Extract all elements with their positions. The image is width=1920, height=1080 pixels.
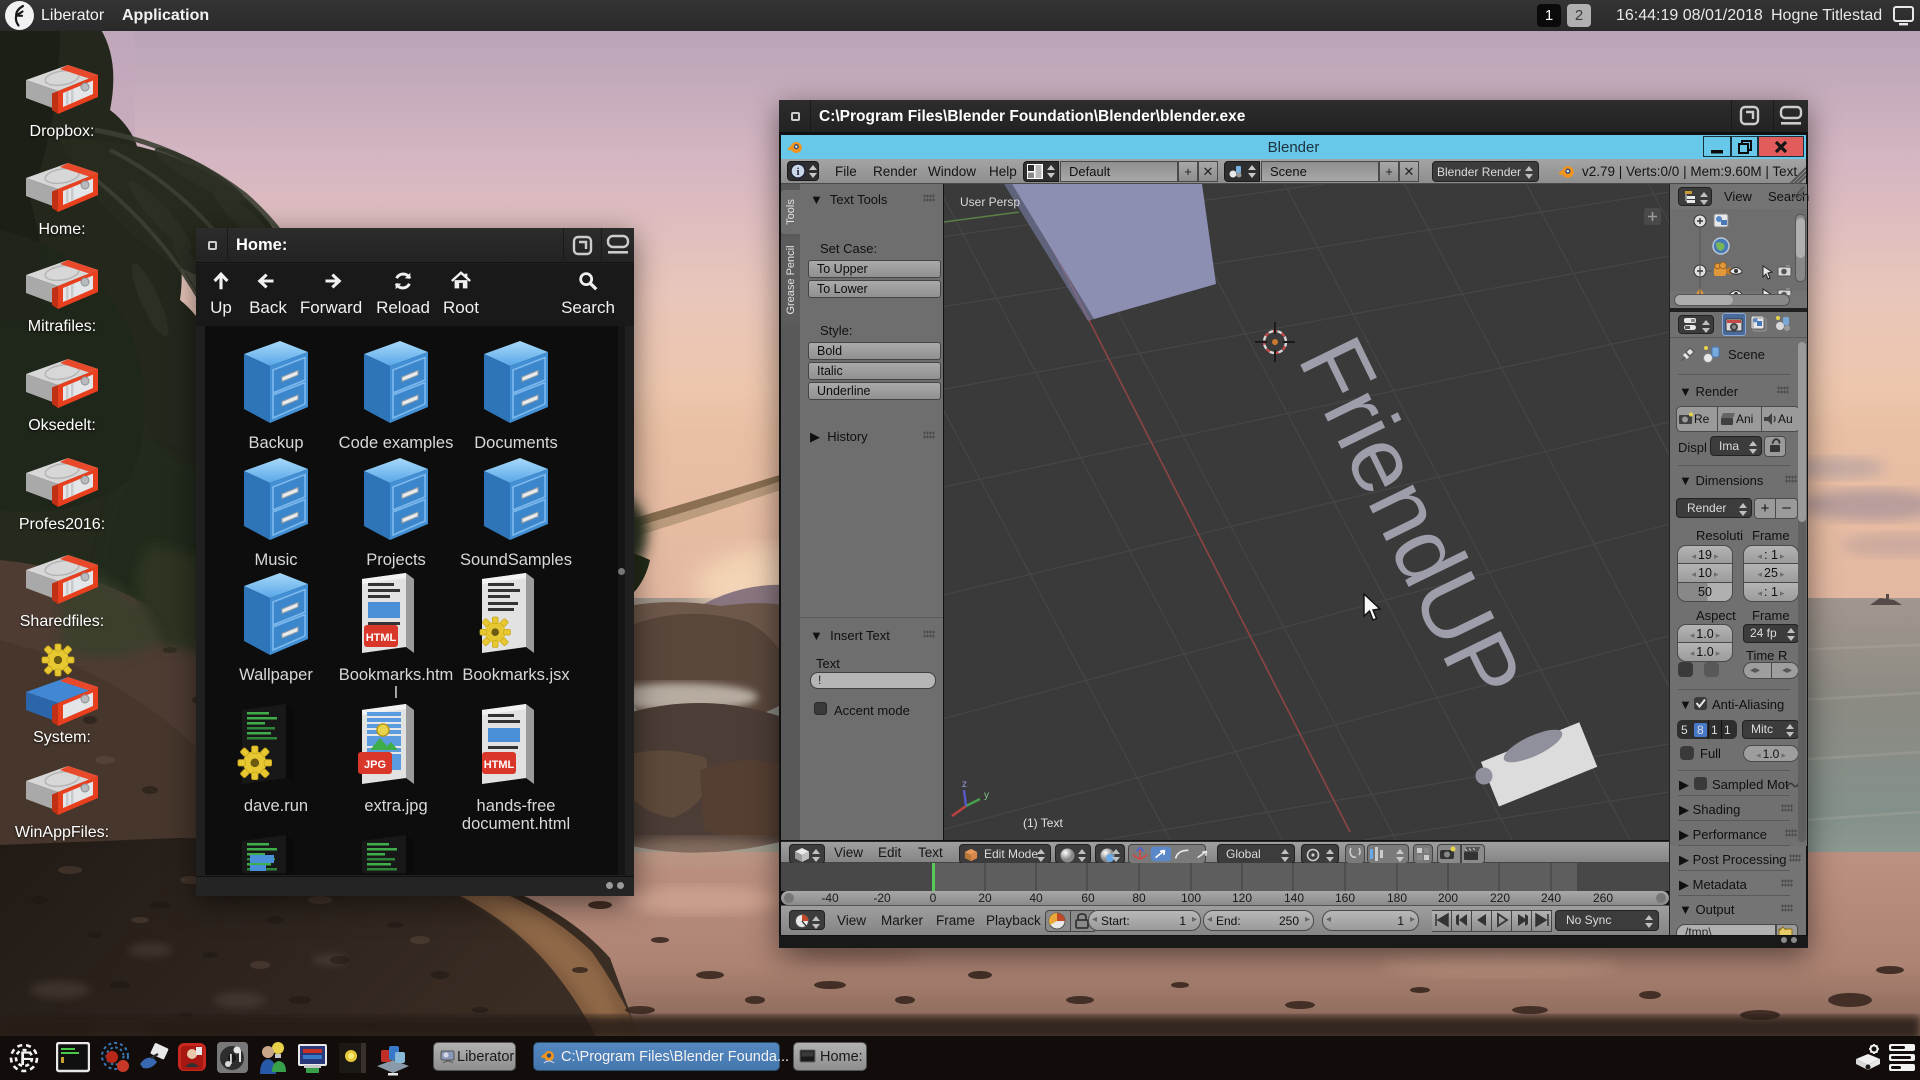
svg-text:y: y bbox=[984, 790, 989, 801]
svg-text:220: 220 bbox=[1490, 891, 1510, 905]
svg-text:JPG: JPG bbox=[364, 759, 386, 771]
svg-text:80: 80 bbox=[1132, 891, 1146, 905]
svg-text:40: 40 bbox=[1029, 891, 1043, 905]
svg-text:0: 0 bbox=[930, 891, 937, 905]
svg-text:HTML: HTML bbox=[366, 632, 397, 644]
svg-text:240: 240 bbox=[1541, 891, 1561, 905]
svg-text:120: 120 bbox=[1232, 891, 1252, 905]
svg-text:200: 200 bbox=[1438, 891, 1458, 905]
svg-text:140: 140 bbox=[1284, 891, 1304, 905]
svg-text:i: i bbox=[796, 166, 799, 178]
svg-text:180: 180 bbox=[1387, 891, 1407, 905]
svg-text:20: 20 bbox=[978, 891, 992, 905]
svg-text:FriendUP: FriendUP bbox=[1279, 322, 1541, 716]
svg-text:160: 160 bbox=[1335, 891, 1355, 905]
svg-text:60: 60 bbox=[1081, 891, 1095, 905]
svg-text:User Persp: User Persp bbox=[960, 195, 1020, 209]
svg-text:-20: -20 bbox=[873, 891, 891, 905]
svg-text:z: z bbox=[962, 779, 967, 790]
svg-text:-40: -40 bbox=[821, 891, 839, 905]
svg-text:260: 260 bbox=[1593, 891, 1613, 905]
svg-text:100: 100 bbox=[1181, 891, 1201, 905]
svg-text:HTML: HTML bbox=[484, 759, 515, 771]
svg-text:(1) Text: (1) Text bbox=[1023, 816, 1063, 830]
svg-text:F: F bbox=[20, 1049, 32, 1070]
